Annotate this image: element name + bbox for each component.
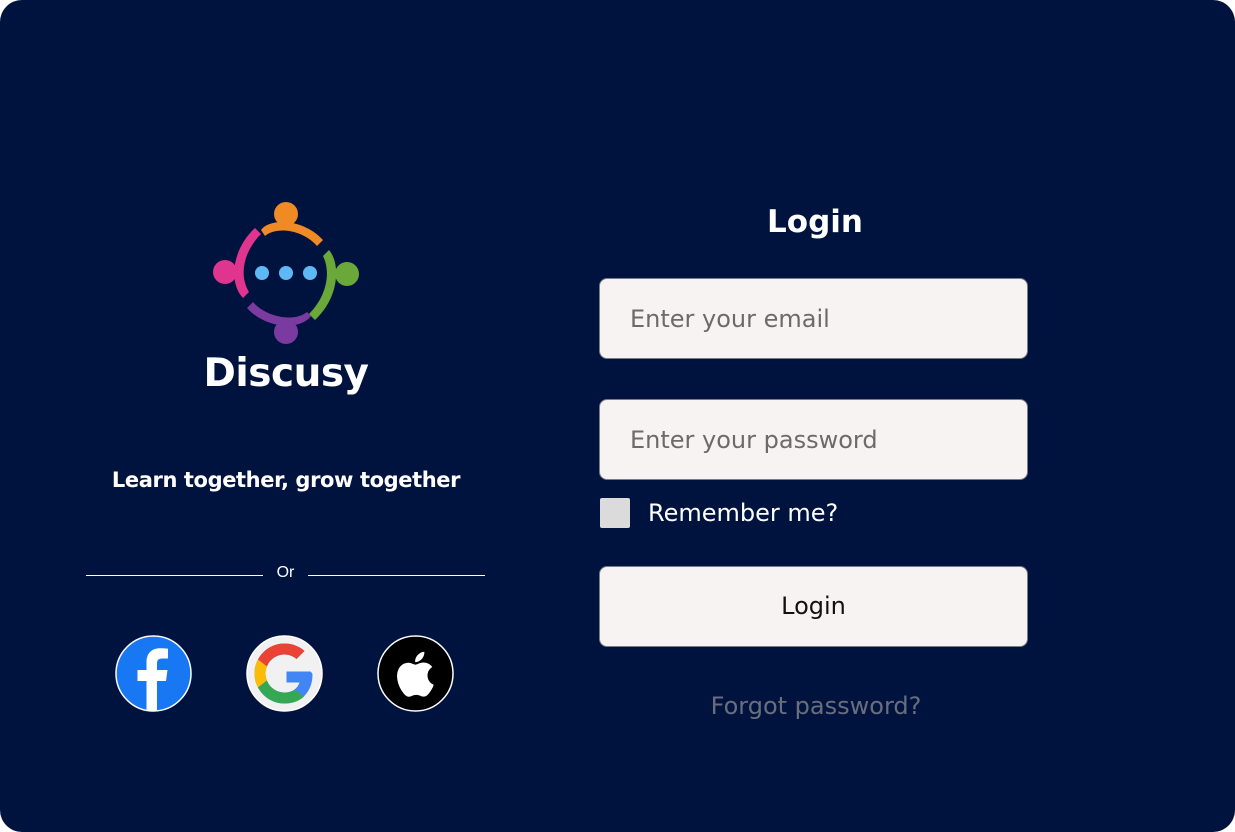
google-icon [246,635,323,712]
login-button[interactable]: Login [599,566,1028,647]
remember-me-checkbox[interactable] [600,498,630,528]
facebook-login-button[interactable] [115,635,192,712]
facebook-icon [115,635,192,712]
divider-line-right [308,575,485,576]
discusy-logo-icon [213,202,359,344]
email-input[interactable] [599,278,1028,359]
apple-login-button[interactable] [377,635,454,712]
brand-name: Discusy [203,351,369,396]
login-card: Discusy Learn together, grow together Or [0,0,1235,832]
remember-me-option[interactable]: Remember me? [600,498,838,528]
login-title: Login [767,204,863,240]
google-login-button[interactable] [246,635,323,712]
forgot-password-link[interactable]: Forgot password? [660,689,972,723]
divider-label: Or [276,564,295,581]
divider-line-left [86,575,263,576]
password-input[interactable] [599,399,1028,480]
brand-tagline: Learn together, grow together [111,468,461,492]
apple-icon [377,635,454,712]
remember-me-label: Remember me? [648,499,839,527]
